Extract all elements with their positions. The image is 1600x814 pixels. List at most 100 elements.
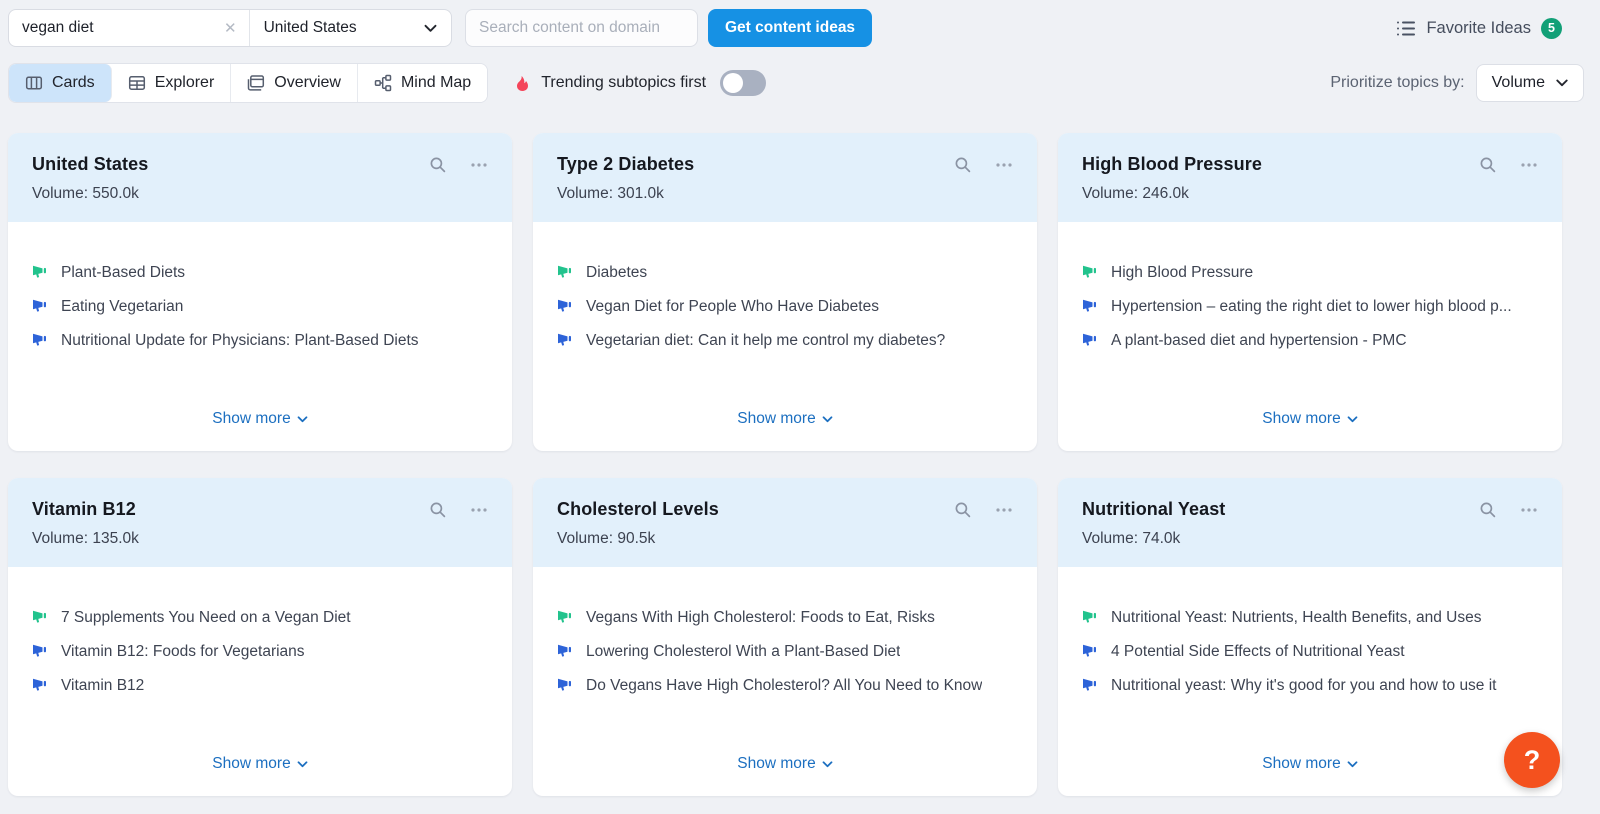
subtopic-label: Diabetes xyxy=(586,264,648,281)
card-search-icon[interactable] xyxy=(1479,501,1497,519)
subtopic-item[interactable]: Nutritional Yeast: Nutrients, Health Ben… xyxy=(1082,607,1538,628)
megaphone-icon xyxy=(32,677,48,692)
domain-search-input[interactable] xyxy=(465,9,698,47)
prioritize-label: Prioritize topics by: xyxy=(1330,74,1465,91)
prioritize-select[interactable]: Volume xyxy=(1475,64,1584,102)
subtopic-label: Lowering Cholesterol With a Plant-Based … xyxy=(586,643,901,660)
card-header: United States Volume: 550.0k xyxy=(8,133,512,222)
card-more-icon[interactable] xyxy=(995,156,1013,174)
card-body: High Blood Pressure Hypertension – eatin… xyxy=(1058,222,1562,410)
card-search-icon[interactable] xyxy=(954,156,972,174)
card-volume-value: 74.0k xyxy=(1142,530,1181,547)
tab-cards[interactable]: Cards xyxy=(9,64,112,102)
card-volume-value: 301.0k xyxy=(617,185,664,202)
subtopic-label: Vitamin B12: Foods for Vegetarians xyxy=(61,643,305,660)
card-title: United States xyxy=(32,154,149,174)
topic-cards-grid: United States Volume: 550.0k Plant-Based… xyxy=(8,133,1562,796)
show-more-link[interactable]: Show more xyxy=(212,410,308,428)
subtopic-item[interactable]: Vitamin B12: Foods for Vegetarians xyxy=(32,641,488,662)
mindmap-view-icon xyxy=(374,74,392,92)
subtopic-item[interactable]: Nutritional Update for Physicians: Plant… xyxy=(32,330,488,351)
card-footer: Show more xyxy=(8,755,512,796)
topic-card: Type 2 Diabetes Volume: 301.0k Diabetes … xyxy=(533,133,1037,451)
clear-keyword-icon[interactable]: ✕ xyxy=(222,19,239,37)
card-footer: Show more xyxy=(533,410,1037,451)
card-volume: Volume: 135.0k xyxy=(32,530,139,547)
card-more-icon[interactable] xyxy=(470,156,488,174)
subtopic-item[interactable]: 7 Supplements You Need on a Vegan Diet xyxy=(32,607,488,628)
card-header: Cholesterol Levels Volume: 90.5k xyxy=(533,478,1037,567)
subtopic-item[interactable]: Do Vegans Have High Cholesterol? All You… xyxy=(557,675,1013,696)
tab-explorer-label: Explorer xyxy=(154,74,215,91)
subtopic-label: 7 Supplements You Need on a Vegan Diet xyxy=(61,609,351,626)
keyword-input[interactable] xyxy=(22,19,222,37)
tab-explorer[interactable]: Explorer xyxy=(111,64,232,102)
card-more-icon[interactable] xyxy=(1520,501,1538,519)
megaphone-icon xyxy=(32,298,48,313)
subtopic-label: Nutritional yeast: Why it's good for you… xyxy=(1111,677,1497,694)
tab-mind-map[interactable]: Mind Map xyxy=(357,64,488,102)
card-more-icon[interactable] xyxy=(470,501,488,519)
subtopic-label: Hypertension – eating the right diet to … xyxy=(1111,298,1512,315)
show-more-link[interactable]: Show more xyxy=(1262,410,1358,428)
trending-toggle[interactable] xyxy=(720,70,767,96)
search-row: ✕ United States Get content ideas Favori… xyxy=(8,9,1584,47)
subtopic-item[interactable]: High Blood Pressure xyxy=(1082,262,1538,283)
subtopic-item[interactable]: 4 Potential Side Effects of Nutritional … xyxy=(1082,641,1538,662)
subtopic-item[interactable]: Vegans With High Cholesterol: Foods to E… xyxy=(557,607,1013,628)
topic-card: Nutritional Yeast Volume: 74.0k Nutritio… xyxy=(1058,478,1562,796)
subtopic-item[interactable]: Hypertension – eating the right diet to … xyxy=(1082,296,1538,317)
megaphone-icon xyxy=(32,609,48,624)
subtopic-item[interactable]: Vegan Diet for People Who Have Diabetes xyxy=(557,296,1013,317)
card-search-icon[interactable] xyxy=(429,501,447,519)
card-search-icon[interactable] xyxy=(429,156,447,174)
card-volume-value: 550.0k xyxy=(92,185,139,202)
subtopic-item[interactable]: Diabetes xyxy=(557,262,1013,283)
card-volume: Volume: 246.0k xyxy=(1082,185,1189,202)
subtopic-item[interactable]: Vitamin B12 xyxy=(32,675,488,696)
subtopic-label: Do Vegans Have High Cholesterol? All You… xyxy=(586,677,983,694)
card-search-icon[interactable] xyxy=(1479,156,1497,174)
keyword-country-group: ✕ United States xyxy=(8,9,452,47)
favorite-ideas-button[interactable]: Favorite Ideas 5 xyxy=(1396,17,1584,39)
top-toolbar: ✕ United States Get content ideas Favori… xyxy=(0,0,1600,103)
subtopic-label: Plant-Based Diets xyxy=(61,264,186,281)
get-content-ideas-button[interactable]: Get content ideas xyxy=(708,9,873,47)
show-more-link[interactable]: Show more xyxy=(737,410,833,428)
favorite-ideas-count-badge: 5 xyxy=(1541,17,1562,39)
card-title: Type 2 Diabetes xyxy=(557,154,695,174)
show-more-link[interactable]: Show more xyxy=(737,755,833,773)
subtopic-label: Eating Vegetarian xyxy=(61,298,184,315)
card-footer: Show more xyxy=(1058,755,1562,796)
help-button[interactable]: ? xyxy=(1504,732,1560,788)
card-search-icon[interactable] xyxy=(954,501,972,519)
topic-card: United States Volume: 550.0k Plant-Based… xyxy=(8,133,512,451)
cards-view-icon xyxy=(25,74,43,92)
subtopic-item[interactable]: Eating Vegetarian xyxy=(32,296,488,317)
tab-mind-map-label: Mind Map xyxy=(400,74,472,91)
show-more-link[interactable]: Show more xyxy=(212,755,308,773)
subtopic-item[interactable]: Nutritional yeast: Why it's good for you… xyxy=(1082,675,1538,696)
chevron-down-icon xyxy=(1556,79,1568,87)
card-volume-value: 246.0k xyxy=(1142,185,1189,202)
topic-card: Vitamin B12 Volume: 135.0k 7 Supplements… xyxy=(8,478,512,796)
subtopic-label: High Blood Pressure xyxy=(1111,264,1254,281)
subtopic-item[interactable]: Lowering Cholesterol With a Plant-Based … xyxy=(557,641,1013,662)
card-title: Vitamin B12 xyxy=(32,499,136,519)
subtopic-label: Nutritional Update for Physicians: Plant… xyxy=(61,332,419,349)
card-more-icon[interactable] xyxy=(995,501,1013,519)
subtopic-item[interactable]: Vegetarian diet: Can it help me control … xyxy=(557,330,1013,351)
tab-overview[interactable]: Overview xyxy=(231,64,358,102)
list-icon xyxy=(1396,20,1416,37)
card-more-icon[interactable] xyxy=(1520,156,1538,174)
show-more-link[interactable]: Show more xyxy=(1262,755,1358,773)
trending-subtopics-control: Trending subtopics first xyxy=(514,70,767,96)
topic-card: Cholesterol Levels Volume: 90.5k Vegans … xyxy=(533,478,1037,796)
card-body: Diabetes Vegan Diet for People Who Have … xyxy=(533,222,1037,410)
card-volume-value: 90.5k xyxy=(617,530,656,547)
prioritize-control: Prioritize topics by: Volume xyxy=(1330,64,1584,102)
megaphone-icon xyxy=(1082,264,1098,279)
subtopic-item[interactable]: A plant-based diet and hypertension - PM… xyxy=(1082,330,1538,351)
subtopic-item[interactable]: Plant-Based Diets xyxy=(32,262,488,283)
country-select[interactable]: United States xyxy=(250,10,451,46)
